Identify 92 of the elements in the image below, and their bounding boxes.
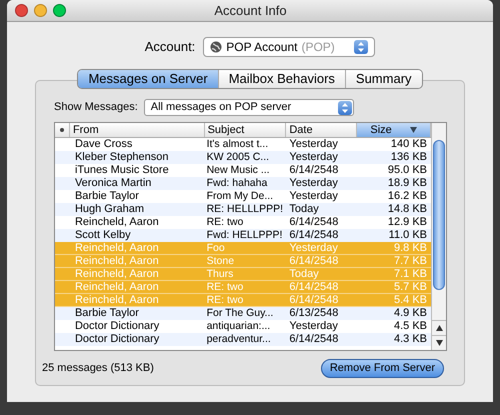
popup-arrows-icon bbox=[338, 100, 352, 114]
subject-cell-text: From My De... bbox=[206, 190, 274, 203]
message-row[interactable]: Hugh Graham RE: HELLLPPP! Today 14.8 KB bbox=[55, 203, 431, 216]
from-cell-text: iTunes Music Store bbox=[74, 164, 170, 177]
globe-icon bbox=[210, 41, 222, 53]
date-cell-text: Yesterday bbox=[288, 190, 339, 203]
from-cell-text: Reincheld, Aaron bbox=[74, 216, 160, 229]
date-cell-text: 6/14/2548 bbox=[288, 229, 340, 242]
from-cell-text: Barbie Taylor bbox=[74, 307, 140, 320]
from-cell-text: Reincheld, Aaron bbox=[74, 281, 160, 293]
size-cell-text: 12.9 KB bbox=[386, 216, 428, 229]
message-row[interactable]: Kleber Stephenson KW 2005 C... Yesterday 136 KB bbox=[55, 151, 431, 164]
size-cell-text: 18.9 KB bbox=[386, 177, 428, 190]
subject-cell-text: Fwd: HELLPPP! bbox=[206, 229, 284, 242]
from-cell-text: Reincheld, Aaron bbox=[74, 294, 160, 306]
subject-cell-text: RE: two bbox=[206, 216, 244, 229]
account-popup[interactable]: POP Account (POP) bbox=[203, 37, 376, 57]
date-cell-text: 6/14/2548 bbox=[288, 255, 340, 267]
date-cell-text: Yesterday bbox=[288, 320, 339, 333]
message-row[interactable]: Scott Kelby Fwd: HELLPPP! 6/14/2548 11.0 KB bbox=[55, 229, 431, 242]
message-row[interactable]: Barbie Taylor For The Guy... 6/13/2548 4.9 KB bbox=[55, 307, 431, 320]
size-cell-text: 14.8 KB bbox=[386, 203, 428, 216]
date-cell-text: 6/14/2548 bbox=[288, 164, 340, 177]
popup-arrows-icon bbox=[354, 40, 368, 54]
tab[interactable]: Messages on Server bbox=[78, 70, 218, 88]
from-cell-text: Kleber Stephenson bbox=[74, 151, 170, 164]
subject-cell-text: RE: two bbox=[206, 281, 244, 293]
subject-cell-text: Stone bbox=[206, 255, 236, 267]
size-cell-text: 5.4 KB bbox=[392, 294, 428, 306]
subject-cell-text: New Music ... bbox=[206, 164, 271, 177]
date-cell-text: 6/14/2548 bbox=[288, 216, 340, 229]
column-header[interactable]: Size bbox=[357, 123, 431, 137]
tab[interactable]: Summary bbox=[344, 70, 422, 88]
subject-cell-text: RE: two bbox=[206, 294, 244, 306]
size-cell-text: 95.0 KB bbox=[386, 164, 428, 177]
size-cell-text: 4.9 KB bbox=[392, 307, 428, 320]
message-row[interactable]: Veronica Martin Fwd: hahaha Yesterday 18.9 KB bbox=[55, 177, 431, 190]
column-header[interactable]: From bbox=[70, 123, 205, 137]
remove-from-server-button[interactable]: Remove From Server bbox=[320, 359, 444, 378]
date-cell-text: Yesterday bbox=[288, 242, 339, 254]
from-cell-text: Reincheld, Aaron bbox=[74, 255, 160, 267]
date-cell-text: Today bbox=[288, 268, 320, 280]
size-cell-text: 7.7 KB bbox=[392, 255, 428, 267]
date-cell-text: Yesterday bbox=[288, 177, 339, 190]
sort-descending-icon bbox=[410, 127, 417, 133]
date-cell-text: Yesterday bbox=[288, 138, 339, 151]
from-cell-text: Scott Kelby bbox=[74, 229, 132, 242]
from-cell-text: Doctor Dictionary bbox=[74, 333, 160, 346]
minimize-button[interactable] bbox=[34, 4, 47, 17]
subject-cell-text: For The Guy... bbox=[206, 307, 274, 320]
from-cell-text: Doctor Dictionary bbox=[74, 320, 160, 333]
size-cell-text: 9.8 KB bbox=[392, 242, 428, 254]
scroll-thumb[interactable] bbox=[433, 140, 445, 290]
date-cell-text: 6/14/2548 bbox=[288, 333, 340, 346]
date-cell-text: 6/13/2548 bbox=[288, 307, 340, 320]
from-cell-text: Barbie Taylor bbox=[74, 190, 140, 203]
show-messages-popup[interactable]: All messages on POP server bbox=[144, 99, 354, 116]
subject-cell-text: antiquarian:... bbox=[206, 320, 272, 333]
show-messages-label: Show Messages: bbox=[54, 100, 138, 116]
subject-cell-text: Fwd: hahaha bbox=[206, 177, 268, 190]
size-cell-text: 7.1 KB bbox=[392, 268, 428, 280]
close-button[interactable] bbox=[15, 4, 28, 17]
date-cell-text: 6/14/2548 bbox=[288, 281, 340, 293]
date-cell-text: Yesterday bbox=[288, 151, 339, 164]
size-cell-text: 16.2 KB bbox=[386, 190, 428, 203]
window-title: Account Info bbox=[214, 2, 287, 20]
from-cell-text: Reincheld, Aaron bbox=[74, 242, 160, 254]
column-header[interactable]: Subject bbox=[204, 123, 286, 137]
tab[interactable]: Mailbox Behaviors bbox=[218, 70, 345, 88]
account-label: Account: bbox=[144, 38, 196, 56]
from-cell-text: Hugh Graham bbox=[74, 203, 146, 216]
size-cell-text: 5.7 KB bbox=[392, 281, 428, 293]
size-cell-text: 4.3 KB bbox=[392, 333, 428, 346]
size-cell-text: 140 KB bbox=[390, 138, 428, 151]
subject-cell-text: It's almost t... bbox=[206, 138, 270, 151]
zoom-button[interactable] bbox=[53, 4, 66, 17]
from-cell-text: Dave Cross bbox=[74, 138, 134, 151]
scrollbar[interactable] bbox=[431, 123, 446, 350]
subject-cell-text: RE: HELLLPPP! bbox=[206, 203, 284, 216]
message-count: 25 messages (513 KB) bbox=[42, 361, 154, 376]
size-cell-text: 11.0 KB bbox=[388, 229, 428, 242]
message-row[interactable]: Doctor Dictionary peradventur... 6/14/2548 4.3 KB bbox=[55, 333, 431, 346]
from-cell-text: Reincheld, Aaron bbox=[74, 268, 160, 280]
size-cell-text: 4.5 KB bbox=[392, 320, 428, 333]
date-cell-text: Today bbox=[288, 203, 320, 216]
subject-cell-text: Foo bbox=[206, 242, 226, 254]
subject-cell-text: KW 2005 C... bbox=[206, 151, 270, 164]
size-cell-text: 136 KB bbox=[390, 151, 428, 164]
from-cell-text: Veronica Martin bbox=[74, 177, 152, 190]
date-cell-text: 6/14/2548 bbox=[288, 294, 340, 306]
subject-cell-text: peradventur... bbox=[206, 333, 272, 346]
subject-cell-text: Thurs bbox=[206, 268, 234, 280]
